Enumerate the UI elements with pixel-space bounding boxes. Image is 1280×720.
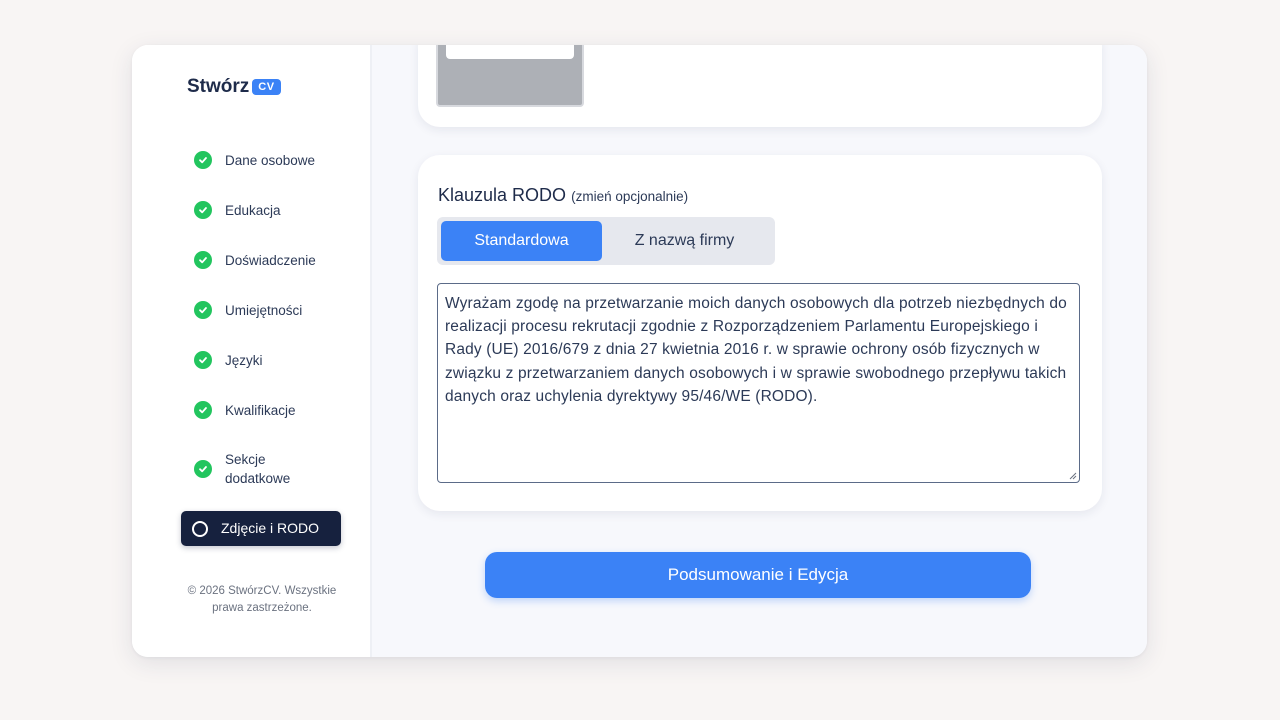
tab-z-nazwa-firmy[interactable]: Z nazwą firmy [602,221,767,261]
app-window: Stwórz CV Dane osobowe Edukacja Doświadc… [132,45,1147,657]
step-label: Doświadczenie [225,252,316,268]
step-dane-osobowe[interactable]: Dane osobowe [194,135,354,185]
step-label: Edukacja [225,202,281,218]
rodo-type-tabs: Standardowa Z nazwą firmy [437,217,775,265]
logo-badge: CV [252,79,281,95]
check-icon [194,301,212,319]
avatar-silhouette-icon [446,45,574,59]
step-label: Zdjęcie i RODO [221,520,320,536]
step-edukacja[interactable]: Edukacja [194,185,354,235]
resize-handle-icon[interactable] [1067,470,1077,480]
check-icon [194,460,212,478]
rodo-clause-text: Wyrażam zgodę na przetwarzanie moich dan… [445,295,1067,405]
step-jezyki[interactable]: Języki [194,335,354,385]
check-icon [194,201,212,219]
check-icon [194,351,212,369]
rodo-title: Klauzula RODO (zmień opcjonalnie) [438,185,688,206]
step-label: Dane osobowe [225,152,316,168]
check-icon [194,151,212,169]
rodo-heading: Klauzula RODO [438,185,567,205]
step-zdjecie-i-rodo[interactable]: Zdjęcie i RODO [181,511,341,546]
check-icon [194,401,212,419]
step-label: Kwalifikacje [225,402,296,418]
step-doswiadczenie[interactable]: Doświadczenie [194,235,354,285]
logo[interactable]: Stwórz CV [187,76,281,98]
step-label: Umiejętności [225,302,303,318]
step-sekcje-dodatkowe[interactable]: Sekcje dodatkowe [194,435,354,503]
step-label: Sekcje dodatkowe [225,452,291,486]
summary-and-edit-button[interactable]: Podsumowanie i Edycja [485,552,1031,598]
rodo-clause-textarea[interactable]: Wyrażam zgodę na przetwarzanie moich dan… [437,283,1080,483]
main-content: Klauzula RODO (zmień opcjonalnie) Standa… [372,45,1147,657]
photo-placeholder[interactable] [436,45,584,107]
step-kwalifikacje[interactable]: Kwalifikacje [194,385,354,435]
copyright-footer: © 2026 StwórzCV. Wszystkie prawa zastrze… [187,585,337,614]
logo-text: Stwórz [187,76,250,97]
circle-icon [192,520,208,537]
step-umiejetnosci[interactable]: Umiejętności [194,285,354,335]
check-icon [194,251,212,269]
photo-card [418,45,1102,127]
rodo-optional-note: (zmień opcjonalnie) [571,189,689,204]
sidebar: Stwórz CV Dane osobowe Edukacja Doświadc… [132,45,372,657]
tab-standardowa[interactable]: Standardowa [441,221,602,261]
step-label: Języki [225,352,263,368]
steps-nav: Dane osobowe Edukacja Doświadczenie Umie… [194,135,354,503]
rodo-card: Klauzula RODO (zmień opcjonalnie) Standa… [418,155,1102,511]
